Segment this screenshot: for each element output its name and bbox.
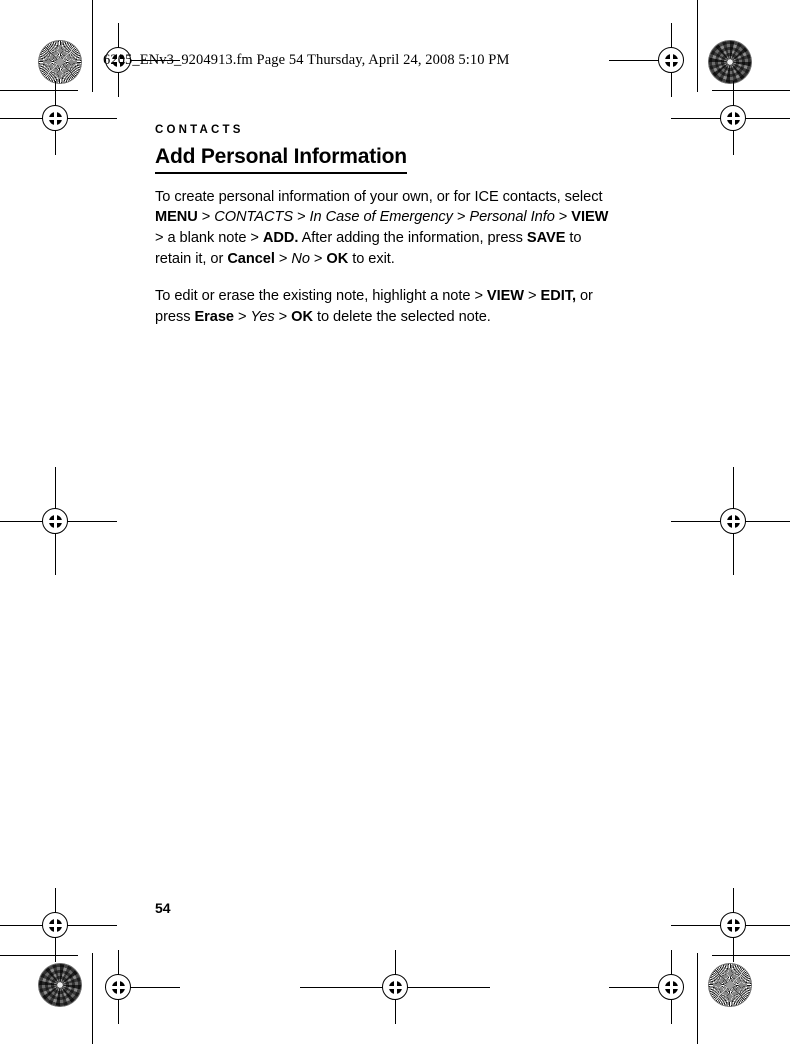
trim-rule-bottom-left-horizontal [0, 955, 78, 956]
text-run-bold: OK [326, 250, 349, 267]
patch-ring [708, 963, 752, 1007]
manual-page: 6205_ENv3_9204913.fm Page 54 Thursday, A… [0, 0, 790, 1044]
patch-ring [38, 40, 82, 84]
registration-bullseye-icon [45, 108, 65, 128]
text-run-regular: to exit. [348, 250, 395, 267]
text-run-regular: to delete the selected note. [312, 308, 491, 325]
star-target-top-right [708, 40, 752, 84]
text-run-bold: OK [291, 308, 313, 325]
star-target-top-left [38, 40, 82, 84]
text-run-italic: Personal Info [469, 209, 555, 226]
registration-bullseye-icon [661, 977, 681, 997]
trim-rule-bottom-right-vertical [697, 953, 698, 1044]
text-run-italic: In Case of Emergency [309, 209, 453, 226]
text-run-bold: MENU [155, 209, 198, 226]
text-run-separator: > [524, 288, 541, 305]
body-copy: To create personal information of your o… [155, 187, 611, 328]
trim-rule-top-left-horizontal [0, 90, 78, 91]
registration-bullseye-icon [45, 511, 65, 531]
page-number: 54 [155, 900, 171, 916]
text-run-bold: ADD. [262, 229, 299, 246]
text-run-separator: > [452, 209, 470, 226]
text-run-separator: > [233, 308, 251, 325]
star-target-bottom-left [38, 963, 82, 1007]
registration-bullseye-icon [108, 977, 128, 997]
text-run-regular: To edit or erase the existing note, high… [155, 288, 471, 305]
registration-bullseye-icon [661, 50, 681, 70]
trim-rule-bottom-left-vertical [92, 953, 93, 1044]
text-run-separator: > [155, 229, 168, 246]
text-run-italic: Yes [250, 308, 275, 325]
page-title: Add Personal Information [155, 145, 407, 174]
text-run-bold: VIEW [571, 209, 609, 226]
text-run-bold: EDIT, [540, 288, 576, 305]
trim-rule-top-left-vertical [92, 0, 93, 92]
text-run-regular: a blank note [167, 229, 247, 246]
text-run-separator: > [554, 209, 572, 226]
text-run-italic: No [291, 250, 310, 267]
star-target-bottom-right [708, 963, 752, 1007]
text-column: CONTACTS Add Personal Information To cre… [155, 124, 611, 327]
paragraph-add-personal-info: To create personal information of your o… [155, 187, 611, 269]
section-kicker: CONTACTS [155, 124, 244, 136]
registration-bullseye-icon [723, 108, 743, 128]
registration-bullseye-icon [723, 915, 743, 935]
text-run-regular: To create personal information of your o… [155, 188, 603, 205]
text-run-separator: > [274, 250, 292, 267]
text-run-regular: After adding the information, press [298, 229, 527, 246]
text-run-separator: > [274, 308, 292, 325]
file-header-text: 6205_ENv3_9204913.fm Page 54 Thursday, A… [103, 52, 510, 68]
text-run-bold: Erase [194, 308, 234, 325]
patch-ring [38, 963, 82, 1007]
text-run-separator: > [197, 209, 215, 226]
registration-bullseye-icon [385, 977, 405, 997]
text-run-bold: Cancel [227, 250, 275, 267]
trim-rule-top-right-vertical [697, 0, 698, 92]
text-run-separator: > [293, 209, 310, 226]
trim-rule-top-right-horizontal [712, 90, 790, 91]
patch-ring [708, 40, 752, 84]
paragraph-edit-erase-note: To edit or erase the existing note, high… [155, 286, 611, 327]
registration-bullseye-icon [45, 915, 65, 935]
text-run-separator: > [309, 250, 327, 267]
text-run-bold: SAVE [526, 229, 566, 246]
registration-bullseye-icon [723, 511, 743, 531]
text-run-bold: VIEW [486, 288, 525, 305]
text-run-italic: CONTACTS [214, 209, 294, 226]
text-run-separator: > [246, 229, 263, 246]
trim-rule-bottom-right-horizontal [712, 955, 790, 956]
text-run-separator: > [470, 288, 487, 305]
